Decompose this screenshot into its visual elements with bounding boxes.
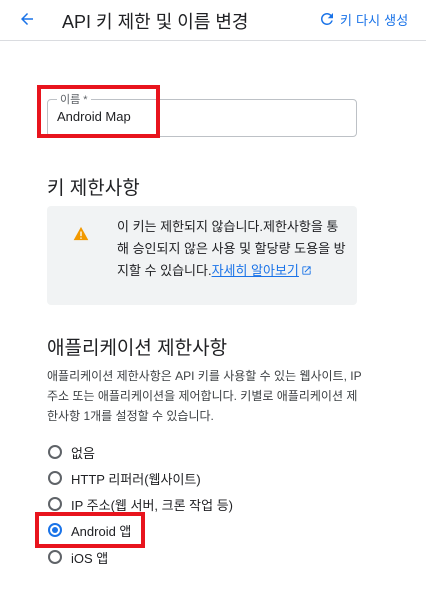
radio-option-android-app[interactable]: Android 앱 (48, 520, 131, 540)
page: API 키 제한 및 이름 변경 키 다시 생성 이름 * 키 제한사항 이 키… (0, 0, 426, 592)
radio-option-label: HTTP 리퍼러(웹사이트) (71, 471, 201, 487)
radio-option-label: 없음 (71, 445, 95, 461)
app-restrictions-description: 애플리케이션 제한사항은 API 키를 사용할 수 있는 웹사이트, IP 주소… (47, 369, 362, 423)
name-input[interactable] (57, 109, 337, 124)
radio-option-label: IP 주소(웹 서버, 크론 작업 등) (71, 497, 233, 513)
notice-text-block: 이 키는 제한되지 않습니다.제한사항을 통해 승인되지 않은 사용 및 할당량… (117, 216, 349, 282)
regenerate-key-label: 키 다시 생성 (340, 12, 409, 28)
name-field[interactable]: 이름 * (47, 91, 357, 137)
key-restrictions-title: 키 제한사항 (47, 178, 140, 199)
radio-option-ip-address[interactable]: IP 주소(웹 서버, 크론 작업 등) (48, 494, 233, 514)
arrow-left-icon (21, 13, 33, 25)
back-button[interactable] (14, 6, 40, 32)
radio-option-http-referrer[interactable]: HTTP 리퍼러(웹사이트) (48, 468, 201, 488)
name-field-label: 이름 * (57, 91, 91, 107)
regenerate-key-button[interactable]: 키 다시 생성 (318, 6, 408, 32)
radio-button[interactable] (48, 445, 62, 459)
learn-more-link[interactable]: 자세히 알아보기 (212, 263, 299, 278)
radio-button[interactable] (48, 550, 62, 564)
radio-button[interactable] (48, 471, 62, 485)
warning-icon (73, 226, 89, 241)
open-in-new-icon[interactable] (301, 265, 312, 276)
refresh-icon (321, 12, 333, 25)
radio-button[interactable] (48, 497, 62, 511)
unrestricted-notice: 이 키는 제한되지 않습니다.제한사항을 통해 승인되지 않은 사용 및 할당량… (47, 206, 357, 305)
radio-option-none[interactable]: 없음 (48, 442, 95, 462)
header: API 키 제한 및 이름 변경 키 다시 생성 (0, 0, 426, 41)
radio-button-selected[interactable] (48, 523, 62, 537)
page-title: API 키 제한 및 이름 변경 (62, 12, 249, 32)
radio-option-ios-app[interactable]: iOS 앱 (48, 547, 108, 567)
app-restrictions-title: 애플리케이션 제한사항 (47, 338, 228, 359)
radio-option-label: iOS 앱 (71, 550, 109, 566)
radio-option-label: Android 앱 (71, 523, 132, 539)
